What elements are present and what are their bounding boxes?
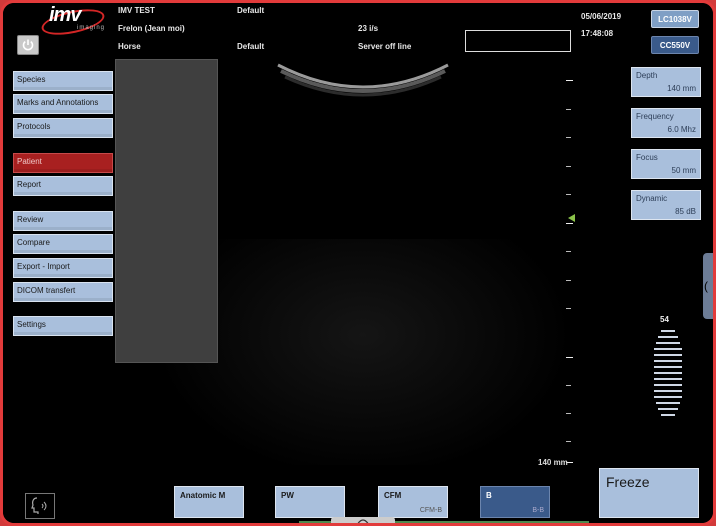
- probe-footprint: [277, 63, 449, 97]
- bottom-bar: Anatomic M PW CFM CFM-B B B-B Freeze: [3, 465, 713, 523]
- gain-bar: [658, 336, 678, 338]
- depth-tick: [566, 137, 571, 138]
- depth-control[interactable]: Depth 140 mm: [631, 67, 701, 97]
- mode-b-button[interactable]: B B-B: [480, 486, 550, 518]
- depth-tick: [566, 80, 573, 81]
- depth-tick: [566, 357, 573, 358]
- focus-value: 50 mm: [671, 166, 696, 175]
- gain-bar: [661, 330, 675, 332]
- frequency-control[interactable]: Frequency 6.0 Mhz: [631, 108, 701, 138]
- depth-tick: [566, 413, 571, 414]
- depth-value: 140 mm: [667, 84, 696, 93]
- depth-tick: [566, 223, 573, 224]
- mode-anatomic-m-button[interactable]: Anatomic M: [174, 486, 244, 518]
- depth-tick: [566, 308, 571, 309]
- mode-b-label: B: [486, 491, 492, 500]
- menu-compare-button[interactable]: Compare: [13, 234, 113, 254]
- menu-panel: [115, 59, 218, 363]
- depth-tick: [566, 441, 571, 442]
- header-bar: imv imaging IMV TEST Frelon (Jean moi) H…: [3, 3, 713, 59]
- gain-value: 54: [660, 315, 669, 324]
- gain-bar: [654, 390, 682, 392]
- chevron-left-icon: (: [704, 279, 708, 293]
- patient-name: IMV TEST: [118, 6, 155, 15]
- preset-bottom: Default: [237, 42, 265, 51]
- gain-slider[interactable]: [654, 330, 682, 420]
- menu-settings-button[interactable]: Settings: [13, 316, 113, 336]
- focus-label-text: Focus: [636, 153, 658, 162]
- mode-cfm-label: CFM: [384, 491, 402, 500]
- gain-bar: [654, 372, 682, 374]
- gain-bar: [658, 408, 678, 410]
- depth-scale: [566, 63, 574, 463]
- server-status: Server off line: [358, 42, 412, 51]
- menu-export-import-button[interactable]: Export - Import: [13, 258, 113, 278]
- freeze-button[interactable]: Freeze: [599, 468, 699, 518]
- app-frame: imv imaging IMV TEST Frelon (Jean moi) H…: [0, 0, 716, 526]
- menu-report-button[interactable]: Report: [13, 176, 113, 196]
- logo-sub: imaging: [77, 25, 106, 31]
- dynamic-value: 85 dB: [675, 207, 696, 216]
- gain-bar: [654, 378, 682, 380]
- gain-bar: [654, 348, 682, 350]
- power-icon: [22, 39, 34, 51]
- frequency-value: 6.0 Mhz: [667, 125, 696, 134]
- probe-button-cc550v[interactable]: CC550V: [651, 36, 699, 54]
- menu-review-button[interactable]: Review: [13, 211, 113, 231]
- menu-dicom-transfer-button[interactable]: DICOM transfert: [13, 282, 113, 302]
- power-button[interactable]: [17, 35, 39, 55]
- mode-pw-label: PW: [281, 491, 294, 500]
- species-value: Horse: [118, 42, 141, 51]
- menu-marks-annotations-button[interactable]: Marks and Annotations: [13, 94, 113, 114]
- gain-bar: [654, 384, 682, 386]
- bottom-tab-handle[interactable]: [331, 517, 395, 523]
- sector-probe-icon: [357, 519, 369, 523]
- voice-control-button[interactable]: [25, 493, 55, 519]
- dynamic-label-text: Dynamic: [636, 194, 668, 203]
- depth-tick: [566, 280, 571, 281]
- menu-protocols-button[interactable]: Protocols: [13, 118, 113, 138]
- menu-patient-button[interactable]: Patient: [13, 153, 113, 173]
- focus-marker-icon[interactable]: [568, 214, 575, 222]
- server-status-box: [465, 30, 571, 52]
- frame-rate: 23 i/s: [358, 24, 379, 33]
- depth-tick: [566, 109, 571, 110]
- depth-tick: [566, 385, 571, 386]
- mode-cfm-sub: CFM-B: [419, 507, 442, 514]
- gain-bar: [654, 366, 682, 368]
- depth-tick: [566, 194, 571, 195]
- focus-control[interactable]: Focus 50 mm: [631, 149, 701, 179]
- preset-top: Default: [237, 6, 265, 15]
- gain-bar: [656, 402, 680, 404]
- mode-b-sub: B-B: [532, 507, 544, 514]
- mode-anatomic-m-label: Anatomic M: [180, 491, 226, 500]
- gain-bar: [654, 396, 682, 398]
- gain-bar: [656, 342, 680, 344]
- depth-tick: [566, 251, 571, 252]
- probe-button-lc1038v[interactable]: LC1038V: [651, 10, 699, 28]
- mode-cfm-button[interactable]: CFM CFM-B: [378, 486, 448, 518]
- time-display: 17:48:08: [581, 29, 614, 38]
- menu-species-button[interactable]: Species: [13, 71, 113, 91]
- gain-bar: [654, 360, 682, 362]
- gain-bar: [661, 414, 675, 416]
- depth-label-text: Depth: [636, 71, 658, 80]
- frequency-label-text: Frequency: [636, 112, 674, 121]
- voice-icon: [31, 497, 47, 514]
- logo-word: imv: [49, 4, 81, 26]
- operator-name: Frelon (Jean moi): [118, 24, 185, 33]
- depth-tick: [566, 166, 571, 167]
- side-panel-handle[interactable]: (: [703, 253, 713, 319]
- date-display: 05/06/2019: [581, 12, 622, 21]
- dynamic-control[interactable]: Dynamic 85 dB: [631, 190, 701, 220]
- mode-pw-button[interactable]: PW: [275, 486, 345, 518]
- gain-bar: [654, 354, 682, 356]
- imv-logo: imv imaging: [39, 4, 111, 40]
